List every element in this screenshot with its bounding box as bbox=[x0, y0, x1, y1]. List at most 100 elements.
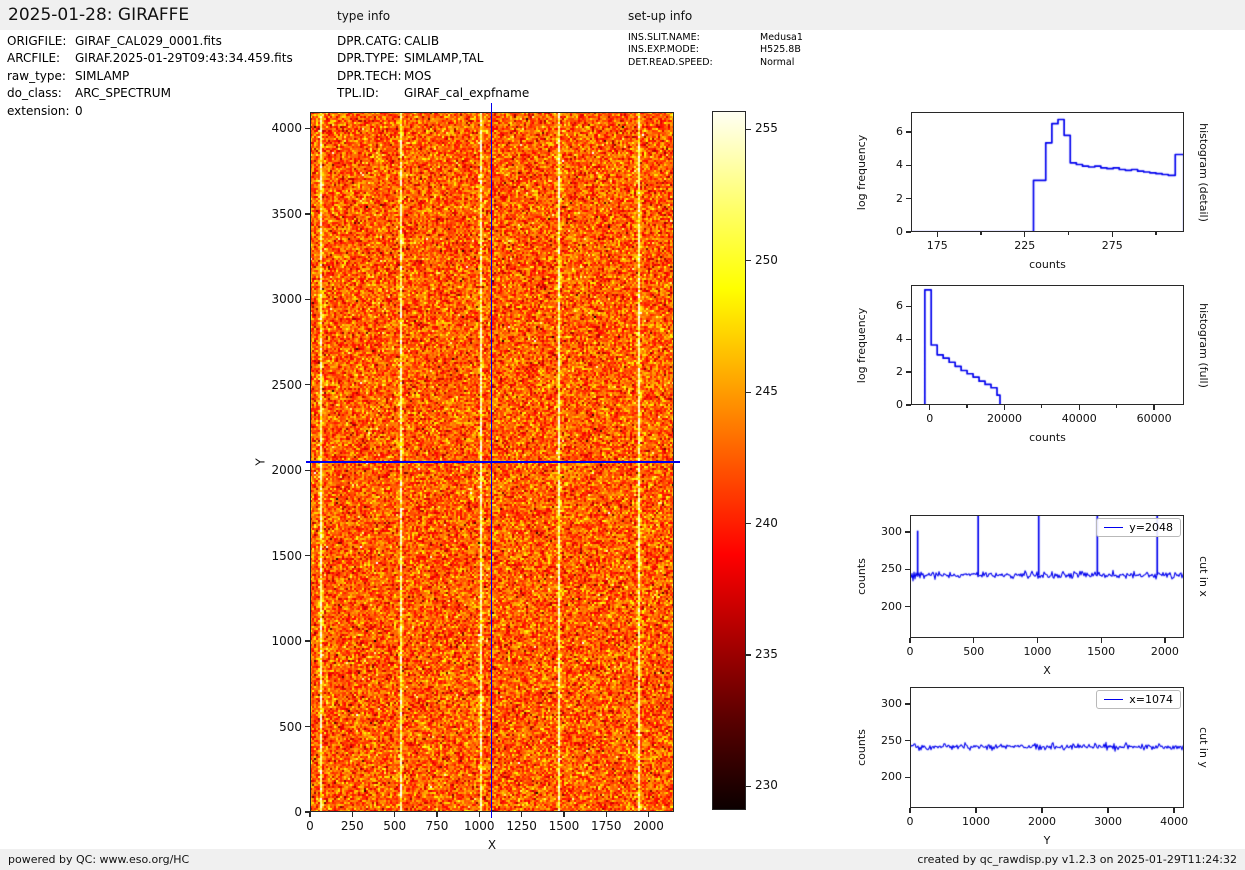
legend: x=1074 bbox=[1096, 690, 1181, 709]
legend-line-sample bbox=[1104, 699, 1124, 700]
y-axis-label-text: log frequency bbox=[855, 134, 869, 210]
x-minor-tick bbox=[980, 232, 982, 236]
field-value: GIRAF.2025-01-29T09:43:34.459.fits bbox=[75, 51, 293, 66]
x-tick-label: 3000 bbox=[1094, 815, 1123, 828]
y-tick bbox=[305, 640, 310, 642]
x-tick bbox=[1041, 808, 1043, 813]
field-value: H525.8B bbox=[760, 44, 801, 56]
y-axis-label-text: log frequency bbox=[855, 307, 869, 383]
x-tick bbox=[309, 812, 311, 817]
field-label: ARCFILE: bbox=[7, 51, 61, 66]
y-tick bbox=[305, 298, 310, 300]
x-tick-label: 2000 bbox=[1150, 645, 1179, 658]
setup-info-row: DET.READ.SPEED: Normal bbox=[628, 57, 803, 69]
x-minor-tick bbox=[1067, 232, 1070, 236]
y-tick bbox=[906, 198, 911, 200]
x-tick bbox=[478, 812, 480, 817]
colorbar-tick-label: 245 bbox=[755, 384, 778, 399]
file-info-row: raw_type: SIMLAMP bbox=[7, 68, 293, 85]
field-value: ARC_SPECTRUM bbox=[75, 86, 171, 101]
field-value: MOS bbox=[404, 68, 432, 83]
setup-info-heading: set-up info bbox=[628, 9, 693, 23]
legend-label: x=1074 bbox=[1129, 693, 1173, 706]
type-info-row: TPL.ID: GIRAF_cal_expfname bbox=[337, 85, 529, 102]
y-axis-label: counts bbox=[854, 687, 868, 808]
file-info-row: ARCFILE: GIRAF.2025-01-29T09:43:34.459.fi… bbox=[7, 50, 293, 67]
colorbar-tick bbox=[746, 522, 751, 525]
x-minor-tick bbox=[1155, 232, 1157, 236]
colorbar-tick-label: 235 bbox=[755, 646, 778, 661]
legend-line-sample bbox=[1104, 527, 1124, 528]
right-axis-label-text: histogram (full) bbox=[1196, 302, 1210, 388]
x-tick bbox=[1036, 638, 1039, 643]
y-tick bbox=[305, 469, 310, 471]
setup-info-row: INS.EXP.MODE: H525.8B bbox=[628, 44, 803, 56]
colorbar-tick bbox=[746, 391, 751, 393]
x-tick-label: 1000 bbox=[1023, 645, 1052, 658]
colorbar-tick bbox=[746, 260, 751, 262]
y-tick bbox=[905, 568, 910, 571]
x-tick-label: 1000 bbox=[962, 815, 991, 828]
right-axis-label: histogram (full) bbox=[1196, 285, 1210, 405]
y-tick bbox=[906, 404, 911, 406]
y-tick bbox=[906, 231, 911, 233]
y-axis-label: log frequency bbox=[855, 112, 869, 232]
colorbar-tick-label: 240 bbox=[755, 515, 778, 530]
footer-right-text: created by qc_rawdisp.py v1.2.3 on 2025-… bbox=[917, 853, 1237, 866]
x-tick bbox=[1003, 405, 1006, 410]
title-bar: 2025-01-28: GIRAFFE type info set-up inf… bbox=[0, 0, 1245, 30]
x-tick bbox=[1107, 808, 1109, 813]
x-tick-label: 2000 bbox=[1028, 815, 1057, 828]
field-value: 0 bbox=[75, 103, 83, 118]
right-axis-label-text: cut in y bbox=[1196, 727, 1210, 768]
y-tick bbox=[305, 213, 310, 215]
x-tick-label: 225 bbox=[1014, 239, 1036, 252]
cut-in-x-plot: y=2048 0 500 1000 1500 2000 200 250 300 Xcounts cu… bbox=[855, 515, 1210, 677]
x-tick bbox=[351, 812, 353, 817]
colorbar-tick bbox=[746, 785, 751, 787]
x-tick bbox=[1111, 232, 1113, 237]
type-info-row: DPR.TECH: MOS bbox=[337, 68, 529, 85]
type-info-block: DPR.CATG: CALIB DPR.TYPE: SIMLAMP,TAL DPR.… bbox=[337, 33, 529, 103]
field-label: do_class: bbox=[7, 86, 62, 101]
x-tick-label: 500 bbox=[963, 645, 985, 658]
field-label: DET.READ.SPEED: bbox=[628, 56, 713, 68]
y-tick bbox=[906, 305, 911, 308]
y-axis-label: log frequency bbox=[855, 285, 869, 405]
x-tick-label: 0 bbox=[906, 645, 914, 658]
field-value: GIRAF_CAL029_0001.fits bbox=[75, 34, 222, 48]
y-tick bbox=[305, 127, 310, 130]
cut-in-y-plot: x=1074 0 1000 2000 3000 4000 200 250 300 Ycounts c… bbox=[855, 687, 1210, 847]
qc-report-page: 2025-01-28: GIRAFFE type info set-up inf… bbox=[0, 0, 1245, 870]
y-axis-label-text: counts bbox=[854, 729, 868, 766]
right-axis-label: cut in y bbox=[1196, 687, 1210, 808]
y-tick bbox=[906, 338, 911, 340]
setup-info-row: INS.SLIT.NAME: Medusa1 bbox=[628, 32, 803, 44]
file-info-row: do_class: ARC_SPECTRUM bbox=[7, 85, 293, 102]
footer-bar: powered by QC: www.eso.org/HC created by… bbox=[0, 849, 1245, 870]
field-label: ORIGFILE: bbox=[7, 34, 67, 48]
x-tick-label: 40000 bbox=[1061, 412, 1097, 425]
right-axis-label: histogram (detail) bbox=[1196, 112, 1210, 232]
field-label: TPL.ID: bbox=[337, 86, 379, 101]
field-value: CALIB bbox=[404, 34, 440, 48]
y-axis-label-text: Y bbox=[254, 458, 268, 466]
type-info-row: DPR.TYPE: SIMLAMP,TAL bbox=[337, 50, 529, 67]
y-tick bbox=[905, 606, 910, 608]
x-tick bbox=[975, 808, 977, 813]
setup-info-block: INS.SLIT.NAME: Medusa1 INS.EXP.MODE: H525.… bbox=[628, 32, 803, 69]
histogram-full-canvas bbox=[911, 285, 1184, 405]
type-info-heading: type info bbox=[337, 9, 391, 23]
colorbar-tick-label: 250 bbox=[755, 252, 778, 267]
field-label: extension: bbox=[7, 103, 70, 118]
field-label: DPR.TECH: bbox=[337, 68, 402, 83]
colorbar-tick bbox=[746, 128, 751, 131]
file-info-row: ORIGFILE: GIRAF_CAL029_0001.fits bbox=[7, 33, 293, 50]
x-tick bbox=[394, 812, 396, 817]
y-tick bbox=[905, 703, 910, 705]
colorbar-tick bbox=[746, 654, 751, 656]
colorbar-tick-label: 255 bbox=[755, 121, 778, 136]
histogram-detail-canvas bbox=[911, 112, 1184, 232]
field-label: INS.SLIT.NAME: bbox=[628, 32, 700, 43]
x-tick bbox=[436, 812, 438, 817]
